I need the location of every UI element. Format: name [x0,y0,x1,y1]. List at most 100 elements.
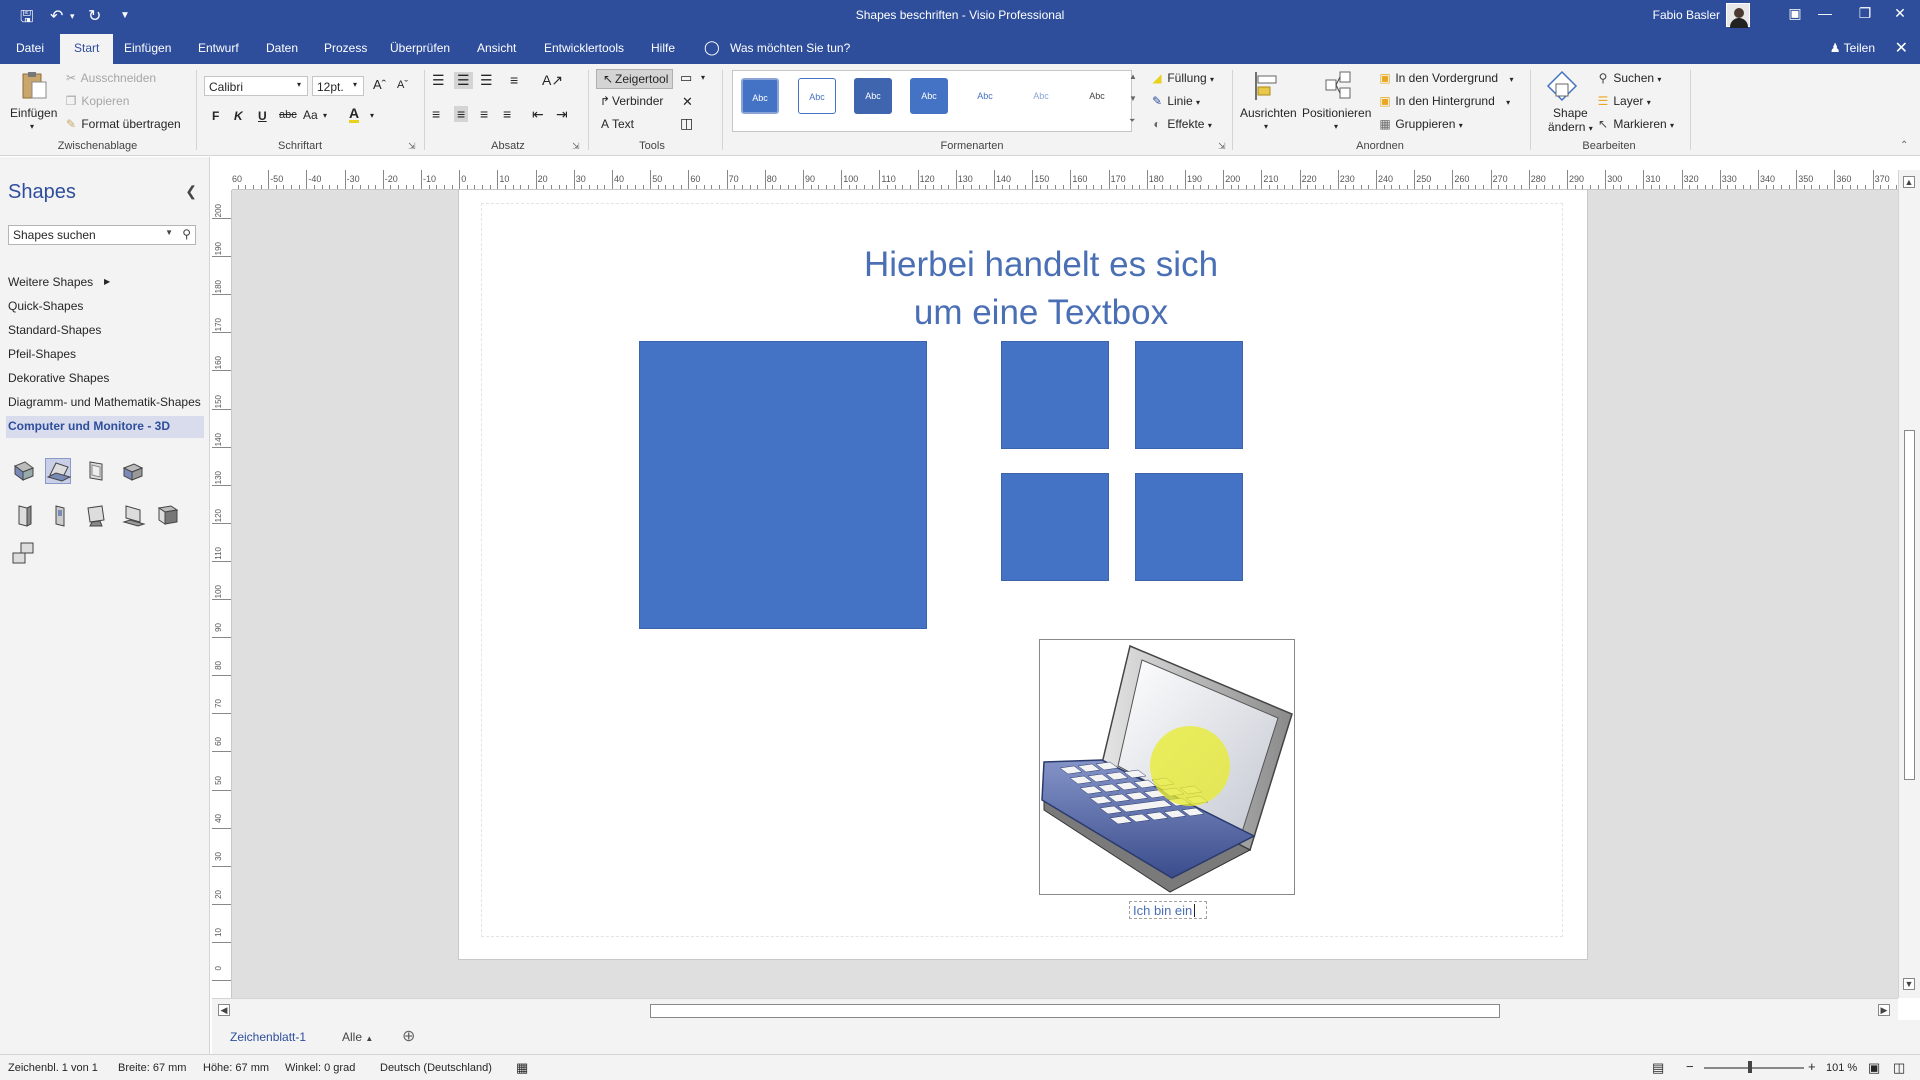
stencil-diagram-math-shapes[interactable]: Diagramm- und Mathematik-Shapes [8,395,201,409]
flat-monitor-3d-icon[interactable] [84,502,110,528]
stencil-quick-shapes[interactable]: Quick-Shapes [8,299,83,313]
tab-start[interactable]: Start [60,34,114,64]
small-blue-square-top-right[interactable] [1135,341,1243,449]
zoom-slider-thumb[interactable] [1748,1061,1752,1073]
position-button[interactable]: Positionieren [1302,106,1371,120]
rectangle-tool-dropdown-icon[interactable]: ▾ [701,73,705,82]
gallery-more-icon[interactable]: ⏷ [1129,116,1135,126]
stencil-more-shapes[interactable]: Weitere Shapes ▶ [8,275,110,289]
collapse-ribbon-icon[interactable]: ⌃ [1900,140,1908,151]
style-swatch-5[interactable]: Abc [966,78,1004,114]
style-swatch-7[interactable]: Abc [1078,78,1116,114]
change-case-dropdown-icon[interactable]: ▾ [323,111,327,120]
fit-page-icon[interactable]: ▣ [1868,1060,1880,1076]
text-tool-button[interactable]: A Text [598,117,634,131]
stencil-standard-shapes[interactable]: Standard-Shapes [8,323,101,337]
text-block-icon[interactable]: ◫ [680,115,693,132]
scroll-down-icon[interactable]: ▼ [1903,978,1915,990]
font-color-dropdown-icon[interactable]: ▾ [370,111,374,120]
minimize-icon[interactable]: — [1810,5,1840,21]
stencil-computers-monitors-3d[interactable]: Computer und Monitore - 3D [6,416,204,438]
shrink-font-icon[interactable]: Aˇ [397,79,408,91]
small-blue-square-top-left[interactable] [1001,341,1109,449]
change-shape-button[interactable]: Shape ändern ▾ [1548,106,1593,134]
grow-font-icon[interactable]: Aˆ [373,77,386,92]
scroll-up-icon[interactable]: ▲ [1903,176,1915,188]
align-icon[interactable] [1252,70,1284,102]
presentation-mode-icon[interactable]: ▤ [1652,1060,1664,1076]
scroll-right-icon[interactable]: ▶ [1878,1004,1890,1016]
gallery-down-icon[interactable]: ▼ [1129,94,1137,103]
scroll-left-icon[interactable]: ◀ [218,1004,230,1016]
find-button[interactable]: ⚲ Suchen ▾ [1596,71,1662,85]
vertical-scroll-thumb[interactable] [1904,430,1915,780]
small-blue-square-bottom-right[interactable] [1135,473,1243,581]
tell-me-search[interactable]: Was möchten Sie tun? [730,41,850,55]
paste-button[interactable]: Einfügen [10,106,57,120]
close-icon[interactable]: ✕ [1885,5,1915,22]
tab-entwicklertools[interactable]: Entwicklertools [544,41,624,55]
laptop-caption-textbox[interactable]: Ich bin ein [1129,901,1207,919]
tower-3d-icon[interactable] [11,502,37,528]
restore-icon[interactable]: ❐ [1850,5,1880,22]
all-sheets-button[interactable]: Alle ▲ [342,1030,373,1044]
network-3d-icon[interactable] [11,541,37,567]
align-right-icon[interactable]: ≡ [480,106,488,122]
align-dropdown-icon[interactable]: ▾ [1264,122,1268,131]
align-middle-icon[interactable]: ☰ [454,72,473,89]
search-icon[interactable]: ⚲ [182,227,191,241]
bullets-icon[interactable]: ≡ [510,72,518,88]
increase-indent-icon[interactable]: ⇥ [556,106,568,123]
style-swatch-6[interactable]: Abc [1022,78,1060,114]
change-shape-icon[interactable] [1546,70,1578,102]
align-top-icon[interactable]: ☰ [432,72,445,89]
tab-datei[interactable]: Datei [16,41,44,55]
zoom-in-icon[interactable]: + [1808,1059,1816,1074]
macro-record-icon[interactable]: ▦ [516,1060,528,1076]
close-doc-icon[interactable]: ✕ [1895,38,1908,58]
effects-button[interactable]: ◐ Effekte ▾ [1150,117,1211,131]
zoom-out-icon[interactable]: − [1686,1059,1694,1074]
horizontal-scrollbar[interactable]: ◀ ▶ [212,998,1898,1020]
user-name[interactable]: Fabio Basler [1653,8,1720,22]
server-3d-icon[interactable] [120,458,146,484]
stencil-arrow-shapes[interactable]: Pfeil-Shapes [8,347,76,361]
status-page[interactable]: Zeichenbl. 1 von 1 [8,1062,98,1074]
rectangle-tool-icon[interactable]: ▭ [680,70,692,86]
position-icon[interactable] [1322,70,1354,102]
ribbon-display-icon[interactable]: ▣ [1780,5,1810,22]
monitor-3d-icon[interactable] [84,458,110,484]
font-family-select[interactable]: Calibri [204,76,308,96]
zoom-slider-track[interactable] [1704,1067,1804,1069]
tab-einfuegen[interactable]: Einfügen [124,41,171,55]
avatar[interactable] [1726,3,1750,28]
cut-button[interactable]: ✂ Ausschneiden [64,71,156,85]
paste-icon[interactable] [18,70,50,102]
pointer-tool-button[interactable]: ↖ Zeigertool [596,69,674,89]
style-swatch-4[interactable]: Abc [910,78,948,114]
shapes-search-input[interactable]: Shapes suchen ▼ ⚲ [8,225,196,245]
vertical-scrollbar[interactable]: ▲ ▼ [1898,170,1920,998]
lcd-monitor-3d-icon[interactable] [120,502,146,528]
tab-ueberpruefen[interactable]: Überprüfen [390,41,450,55]
horizontal-scroll-thumb[interactable] [650,1004,1500,1018]
line-button[interactable]: ✎ Linie ▾ [1150,94,1200,108]
pc-3d-icon[interactable] [11,458,37,484]
laptop-3d-icon[interactable] [45,458,72,484]
crt-monitor-3d-icon[interactable] [155,502,181,528]
style-swatch-3[interactable]: Abc [854,78,892,114]
send-to-back-button[interactable]: ▣ In den Hintergrund ▾ [1378,94,1510,108]
text-direction-icon[interactable]: A↗ [542,72,563,89]
tab-daten[interactable]: Daten [266,41,298,55]
paragraph-dialog-launcher-icon[interactable]: ⇲ [572,141,580,152]
drawing-canvas[interactable]: Hierbei handelt es sich um eine Textbox [232,190,1898,998]
small-blue-square-bottom-left[interactable] [1001,473,1109,581]
style-swatch-1[interactable]: Abc [739,76,781,116]
format-painter-button[interactable]: ✎ Format übertragen [64,117,181,131]
font-family-dropdown-icon[interactable]: ▾ [297,80,301,89]
change-case-button[interactable]: Aa [303,108,318,122]
switch-windows-icon[interactable]: ◫ [1893,1060,1905,1076]
tab-prozess[interactable]: Prozess [324,41,367,55]
laptop-shape[interactable] [1039,639,1295,895]
tower-2-3d-icon[interactable] [47,502,73,528]
